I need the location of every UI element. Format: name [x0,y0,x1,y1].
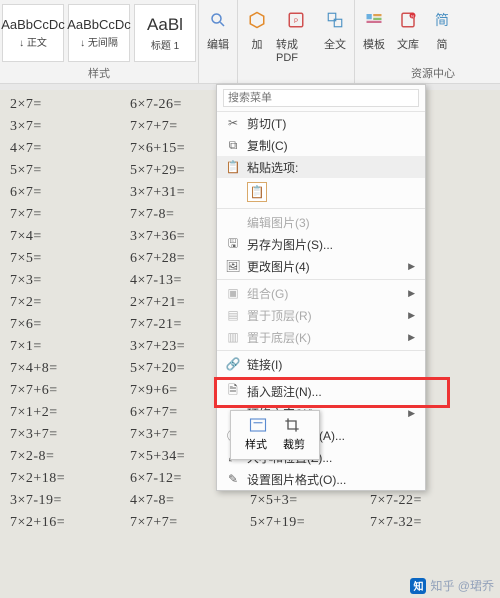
hexagon-icon [247,10,267,30]
caption-icon: 🗎 [223,382,243,400]
edit-button[interactable]: 编辑 [203,4,233,64]
math-cell: 7×2-8= [10,450,130,464]
resource-group-label: 资源中心 [411,65,455,81]
menu-search[interactable] [217,85,425,112]
menu-copy[interactable]: ⧉ 复制(C) [217,134,425,156]
menu-change-picture[interactable]: 🖼 更改图片(4) ▶ [217,255,425,277]
menu-search-input[interactable] [223,89,419,107]
paste-icon: 📋 [223,158,243,176]
math-row: 3×7-19=4×7-8=7×5+3=7×7-22= [10,490,490,512]
svg-text:P: P [294,19,298,25]
translate-icon [325,10,345,30]
library-button[interactable]: N 文库 [393,4,423,64]
search-icon [208,10,228,30]
addons-group: 加 P 转成PDF 全文 [238,0,355,83]
math-cell: 6×7= [10,186,130,200]
zhihu-watermark: 知 知乎 @珺乔 [410,577,494,594]
style-normal[interactable]: AaBbCcDc ↓ 正文 [2,4,64,62]
math-cell: 7×3= [10,274,130,288]
pdf-icon: P [286,10,306,30]
library-icon: N [398,10,418,30]
math-cell: 7×7+6= [10,384,130,398]
math-cell: 5×7+19= [250,516,370,530]
math-cell: 2×7= [10,98,130,112]
math-cell: 7×1+2= [10,406,130,420]
math-cell: 7×6= [10,318,130,332]
send-back-icon: ▥ [223,328,243,346]
math-cell: 7×3+7= [10,428,130,442]
math-cell: 3×7= [10,120,130,134]
template-icon [364,10,384,30]
menu-insert-caption[interactable]: 🗎 插入题注(N)... [217,380,425,402]
template-button[interactable]: 模板 [359,4,389,64]
math-cell: 7×2= [10,296,130,310]
styles-group-label: 样式 [0,65,198,81]
menu-group: ▣ 组合(G) ▶ [217,282,425,304]
math-cell: 4×7= [10,142,130,156]
math-cell: 7×7+7= [130,516,250,530]
math-cell: 7×7-32= [370,516,490,530]
bring-front-icon: ▤ [223,306,243,324]
menu-send-back: ▥ 置于底层(K) ▶ [217,326,425,348]
chevron-right-icon: ▶ [408,261,415,272]
math-cell: 7×7-22= [370,494,490,508]
simplify-button[interactable]: 简 简 [427,4,457,64]
math-cell: 7×4+8= [10,362,130,376]
style-button[interactable] [247,415,269,435]
clipboard-icon: 📋 [247,182,267,202]
change-icon: 🖼 [223,257,243,275]
styles-group: AaBbCcDc ↓ 正文 AaBbCcDc ↓ 无间隔 AaBl 标题 1 样… [0,0,199,83]
math-cell: 3×7-19= [10,494,130,508]
chevron-right-icon: ▶ [408,332,415,343]
svg-text:N: N [411,14,414,18]
menu-save-as-picture[interactable]: 🖫 另存为图片(S)... [217,233,425,255]
ribbon: AaBbCcDc ↓ 正文 AaBbCcDc ↓ 无间隔 AaBl 标题 1 样… [0,0,500,84]
crop-button[interactable] [281,415,303,435]
math-cell: 5×7= [10,164,130,178]
addons-button[interactable]: 加 [242,4,272,64]
math-cell: 7×7= [10,208,130,222]
menu-bring-front: ▤ 置于顶层(R) ▶ [217,304,425,326]
link-icon: 🔗 [223,355,243,373]
menu-link[interactable]: 🔗 链接(I) [217,353,425,375]
math-cell: 7×1= [10,340,130,354]
style-heading1[interactable]: AaBl 标题 1 [134,4,196,62]
group-icon: ▣ [223,284,243,302]
edit-icon [223,213,243,231]
format-icon: ✎ [223,470,243,488]
menu-paste-option[interactable]: 📋 [217,178,425,206]
cut-icon: ✂ [223,114,243,132]
resource-group: 模板 N 文库 简 简 资源中心 [355,0,461,83]
menu-edit-picture: 编辑图片(3) [217,211,425,233]
math-row: 7×2+16=7×7+7=5×7+19=7×7-32= [10,512,490,534]
pdf-button[interactable]: P 转成PDF [276,4,316,64]
math-cell: 7×5= [10,252,130,266]
style-label: 样式 [245,436,267,452]
math-cell: 7×4= [10,230,130,244]
math-cell: 7×2+16= [10,516,130,530]
fulltext-button[interactable]: 全文 [320,4,350,64]
save-icon: 🖫 [223,235,243,253]
chevron-right-icon: ▶ [408,408,415,419]
simplify-icon: 简 [432,10,452,30]
chevron-right-icon: ▶ [408,288,415,299]
zhihu-logo-icon: 知 [410,578,426,594]
editing-group: 编辑 [199,0,238,83]
math-cell: 7×5+3= [250,494,370,508]
math-cell: 7×2+18= [10,472,130,486]
math-cell: 4×7-8= [130,494,250,508]
chevron-right-icon: ▶ [408,310,415,321]
mini-toolbar: 样式 裁剪 [230,410,320,460]
copy-icon: ⧉ [223,136,243,154]
menu-format-picture[interactable]: ✎ 设置图片格式(O)... [217,468,425,490]
crop-label: 裁剪 [283,436,305,452]
style-no-spacing[interactable]: AaBbCcDc ↓ 无间隔 [68,4,130,62]
menu-cut[interactable]: ✂ 剪切(T) [217,112,425,134]
menu-paste-options-label: 📋 粘贴选项: [217,156,425,178]
